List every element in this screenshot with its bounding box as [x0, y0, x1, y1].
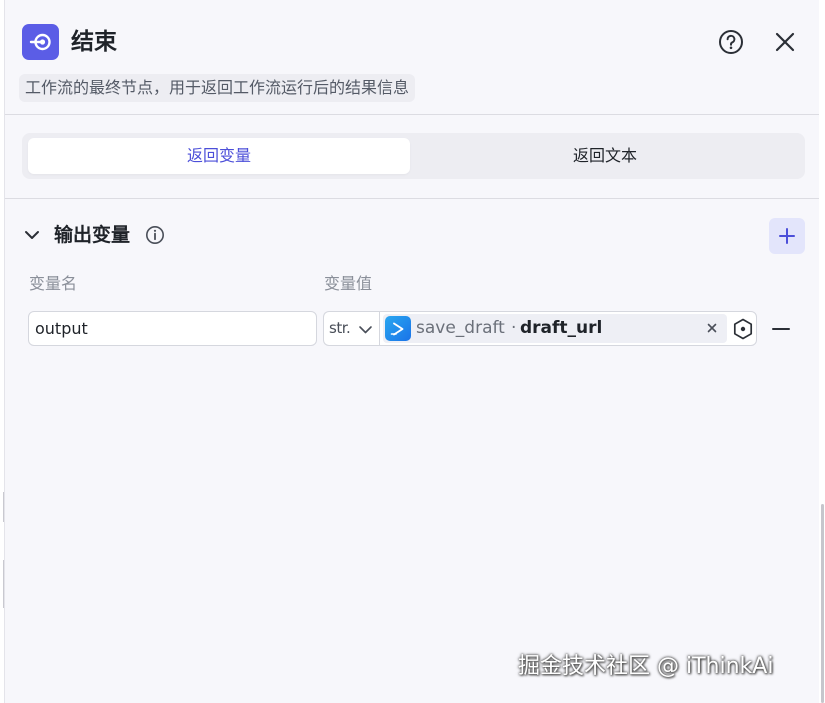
remove-variable-button[interactable]	[769, 318, 793, 340]
variable-value-field[interactable]: save_draft · draft_url	[379, 311, 757, 346]
add-variable-button[interactable]	[769, 218, 805, 254]
column-header-name: 变量名	[29, 274, 78, 293]
info-icon[interactable]	[145, 225, 165, 245]
reference-variable-name: draft_url	[520, 318, 603, 338]
watermark: 掘金技术社区 @ iThinkAi	[518, 654, 774, 679]
reference-separator: ·	[511, 318, 517, 338]
variable-reference-chip[interactable]: save_draft · draft_url	[383, 314, 727, 343]
divider	[5, 114, 820, 115]
tab-return-text[interactable]: 返回文本	[414, 138, 796, 174]
minus-icon	[772, 328, 790, 330]
close-icon[interactable]	[773, 30, 797, 54]
play-node-icon	[385, 316, 411, 341]
node-description: 工作流的最终节点，用于返回工作流运行后的结果信息	[19, 74, 416, 102]
return-mode-tabs: 返回变量 返回文本	[22, 133, 805, 179]
panel-header: 结束 工作流的最终节点，用于返回工作流运行后的结果信息	[5, 0, 820, 114]
variable-picker-icon[interactable]	[732, 318, 754, 340]
node-title: 结束	[71, 29, 117, 55]
clear-x-icon[interactable]	[704, 320, 720, 336]
tab-return-variables[interactable]: 返回变量	[28, 138, 410, 174]
plus-icon	[779, 228, 795, 244]
section-title: 输出变量	[54, 224, 131, 246]
output-section-header: 输出变量	[23, 218, 805, 254]
divider	[5, 198, 820, 199]
column-header-value: 变量值	[324, 274, 373, 293]
reference-node-name: save_draft	[416, 318, 505, 338]
variable-type-select[interactable]: str.	[323, 311, 379, 346]
chevron-down-icon	[358, 322, 373, 337]
page: 结束 工作流的最终节点，用于返回工作流运行后的结果信息 返回变量 返回文本 输出…	[0, 0, 825, 703]
scroll-track	[819, 0, 825, 703]
variable-name-input[interactable]	[28, 311, 317, 346]
variable-type-value: str.	[329, 319, 351, 337]
chevron-down-icon[interactable]	[23, 226, 41, 244]
end-node-icon	[22, 24, 59, 60]
help-circle-icon[interactable]	[718, 29, 744, 55]
scrollbar[interactable]	[821, 504, 824, 703]
end-node-panel: 结束 工作流的最终节点，用于返回工作流运行后的结果信息 返回变量 返回文本 输出…	[4, 0, 820, 703]
